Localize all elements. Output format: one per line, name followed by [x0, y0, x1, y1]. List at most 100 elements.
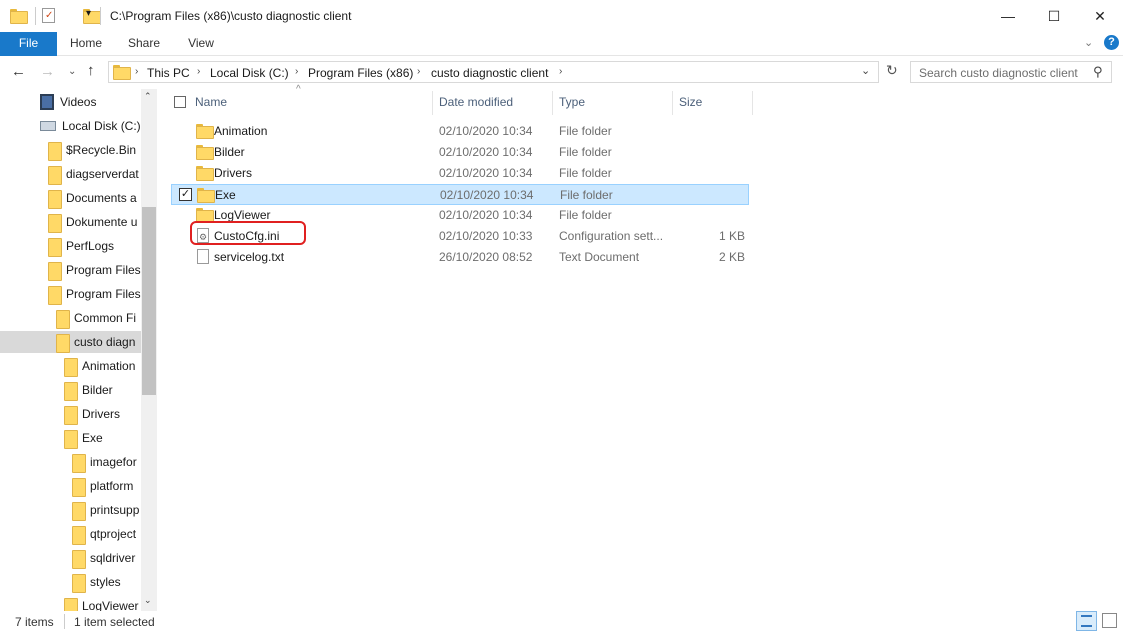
file-date: 02/10/2020 10:34 [440, 188, 534, 202]
recent-locations-icon[interactable]: ⌄ [68, 66, 76, 77]
nav-item[interactable]: Common Fi [56, 307, 136, 329]
search-icon[interactable]: ⚲ [1093, 64, 1103, 80]
nav-item[interactable]: Documents a [48, 187, 137, 209]
select-all-checkbox[interactable] [174, 96, 186, 108]
tab-view[interactable]: View [178, 32, 224, 56]
address-bar[interactable]: › This PC › Local Disk (C:) › Program Fi… [108, 61, 879, 83]
column-header-size[interactable]: Size [679, 95, 702, 109]
nav-item-label: Program Files [66, 287, 141, 301]
file-date: 02/10/2020 10:34 [439, 208, 533, 222]
file-row[interactable]: ✓ Exe 02/10/2020 10:34 File folder [171, 184, 749, 205]
nav-item[interactable]: Videos [40, 91, 96, 113]
column-header-date[interactable]: Date modified [439, 95, 513, 109]
nav-scrollbar-thumb[interactable] [142, 207, 156, 395]
file-date: 02/10/2020 10:34 [439, 124, 533, 138]
chevron-right-icon[interactable]: › [559, 66, 562, 77]
maximize-button[interactable]: ☐ [1031, 0, 1077, 32]
nav-item[interactable]: $Recycle.Bin [48, 139, 136, 161]
row-checkbox[interactable]: ✓ [179, 188, 192, 201]
chevron-right-icon[interactable]: › [197, 66, 200, 77]
nav-item[interactable]: sqldriver [72, 547, 135, 569]
nav-item[interactable]: LogViewer [64, 595, 138, 611]
file-type: File folder [559, 166, 612, 180]
folder-icon [10, 9, 28, 24]
nav-item-label: platform [90, 479, 134, 493]
column-header-type[interactable]: Type [559, 95, 585, 109]
quick-access-dropdown-icon[interactable]: ▾ [86, 8, 91, 19]
tab-home[interactable]: Home [63, 32, 109, 56]
properties-icon[interactable]: ✓ [42, 8, 55, 23]
details-view-button[interactable] [1076, 611, 1097, 631]
column-divider[interactable] [752, 91, 753, 115]
nav-item-label: printsupp [90, 503, 140, 517]
forward-arrow-icon[interactable]: → [40, 63, 55, 80]
address-dropdown-icon[interactable]: ⌄ [861, 64, 870, 77]
item-count: 7 items [15, 615, 54, 629]
nav-item[interactable]: Program Files [48, 259, 141, 281]
nav-item[interactable]: Dokumente u [48, 211, 137, 233]
nav-item[interactable]: custo diagn [0, 331, 141, 353]
column-header-name[interactable]: Name [195, 95, 227, 109]
scroll-up-icon[interactable]: ⌃ [144, 91, 152, 102]
file-type: File folder [559, 208, 612, 222]
folder-icon [48, 285, 62, 305]
sort-ascending-icon: ^ [296, 84, 301, 95]
folder-icon [56, 309, 70, 329]
breadcrumb-local-disk[interactable]: Local Disk (C:) [210, 66, 289, 80]
scroll-down-icon[interactable]: ⌄ [144, 595, 152, 606]
column-divider[interactable] [552, 91, 553, 115]
help-icon[interactable]: ? [1104, 35, 1119, 50]
chevron-right-icon[interactable]: › [135, 66, 138, 77]
tab-share[interactable]: Share [121, 32, 167, 56]
file-type: File folder [560, 188, 613, 202]
navigation-pane: Videos Local Disk (C:) $Recycle.Bin diagser… [0, 89, 157, 611]
nav-item[interactable]: Program Files [48, 283, 141, 305]
nav-item[interactable]: PerfLogs [48, 235, 114, 257]
up-arrow-icon[interactable]: ↑ [87, 62, 95, 79]
nav-item[interactable]: printsupp [72, 499, 139, 521]
file-row[interactable]: ⚙ CustoCfg.ini 02/10/2020 10:33 Configurati… [171, 221, 749, 247]
search-input[interactable]: Search custo diagnostic client [919, 66, 1078, 80]
file-row[interactable]: Bilder 02/10/2020 10:34 File folder [171, 142, 749, 163]
nav-item[interactable]: Drivers [64, 403, 120, 425]
chevron-right-icon[interactable]: › [417, 66, 420, 77]
refresh-icon[interactable]: ↻ [886, 62, 898, 79]
column-divider[interactable] [432, 91, 433, 115]
tab-file[interactable]: File [0, 32, 57, 56]
file-size: 2 KB [718, 250, 745, 264]
nav-item[interactable]: Bilder [64, 379, 113, 401]
breadcrumb-program-files-x86[interactable]: Program Files (x86) [308, 66, 413, 80]
breadcrumb-custo-diagnostic-client[interactable]: custo diagnostic client [431, 66, 548, 80]
folder-shortcut-icon [48, 189, 62, 209]
back-arrow-icon[interactable]: ← [11, 63, 26, 80]
search-box[interactable]: Search custo diagnostic client ⚲ [910, 61, 1112, 83]
file-name: Animation [214, 124, 268, 138]
file-size: 1 KB [718, 229, 745, 243]
nav-item[interactable]: Animation [64, 355, 135, 377]
file-row[interactable]: Drivers 02/10/2020 10:34 File folder [171, 163, 749, 184]
file-row[interactable]: Animation 02/10/2020 10:34 File folder [171, 121, 749, 142]
chevron-right-icon[interactable]: › [295, 66, 298, 77]
column-divider[interactable] [672, 91, 673, 115]
expand-ribbon-icon[interactable]: ⌄ [1084, 36, 1093, 49]
nav-item-label: Videos [60, 95, 97, 109]
minimize-button[interactable]: — [985, 0, 1031, 32]
nav-item-label: Local Disk (C:) [62, 119, 141, 133]
file-row[interactable]: servicelog.txt 26/10/2020 08:52 Text Docum… [171, 247, 749, 268]
folder-icon [197, 188, 215, 203]
large-icons-view-button[interactable] [1102, 613, 1117, 628]
nav-item-label: Program Files [66, 263, 141, 277]
nav-item-label: styles [90, 575, 121, 589]
file-type: Configuration sett... [559, 229, 664, 243]
nav-item[interactable]: platform [72, 475, 133, 497]
nav-item[interactable]: diagserverdat [48, 163, 139, 185]
close-button[interactable]: ✕ [1077, 0, 1123, 32]
nav-item[interactable]: Local Disk (C:) [40, 115, 141, 137]
nav-item-label: LogViewer [82, 599, 139, 611]
nav-item[interactable]: Exe [64, 427, 103, 449]
nav-item[interactable]: styles [72, 571, 121, 593]
nav-item[interactable]: qtproject [72, 523, 136, 545]
folder-icon [48, 141, 62, 161]
nav-item[interactable]: imagefor [72, 451, 137, 473]
breadcrumb-this-pc[interactable]: This PC [147, 66, 190, 80]
